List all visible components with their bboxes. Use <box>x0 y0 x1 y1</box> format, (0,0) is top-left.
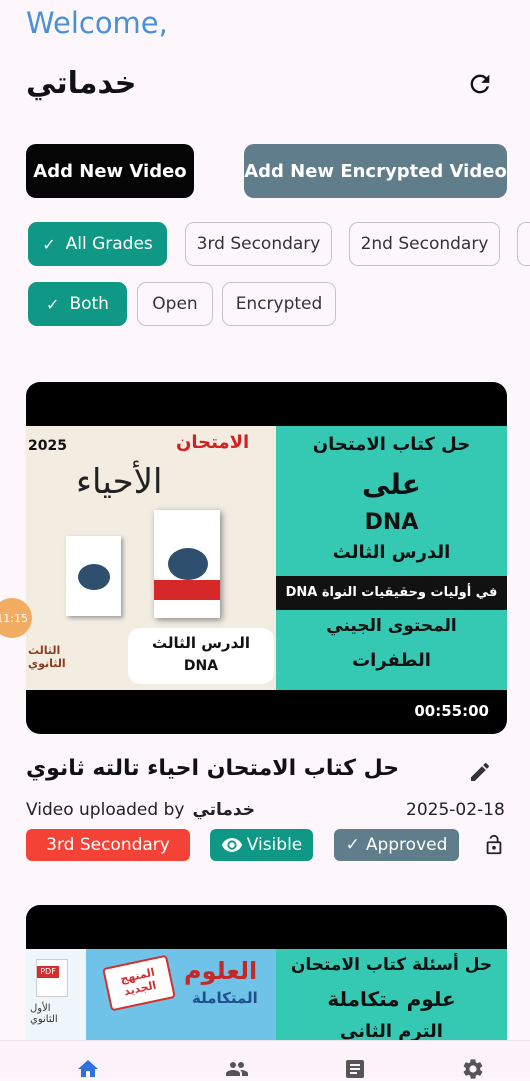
chip-label: Open <box>152 294 198 314</box>
thumbnail-line: علوم متكاملة <box>327 987 456 1011</box>
grade-badge: 3rd Secondary <box>26 829 190 861</box>
thumbnail-line: الدرس الثالث <box>332 542 451 563</box>
username-heading: خدماتي <box>26 66 137 101</box>
video-thumbnail[interactable]: 2025 الامتحان الأحياء الدرس الثالث DNA ا… <box>26 426 507 690</box>
lesson-box: الدرس الثالث DNA <box>128 628 274 684</box>
chip-label: Both <box>69 294 109 314</box>
thumbnail-line: على <box>362 468 421 501</box>
thumbnail-line: حل أسئلة كتاب الامتحان <box>290 955 493 975</box>
uploaded-by-row: Video uploaded by خدماتي <box>26 800 255 820</box>
upload-date: 2025-02-18 <box>406 800 505 820</box>
book-image <box>154 510 220 618</box>
edit-icon[interactable] <box>468 760 492 784</box>
status-badge: ✓ Approved <box>334 829 459 861</box>
chip-open[interactable]: Open <box>137 282 213 326</box>
thumbnail-subtitle: المتكاملة <box>192 989 258 1007</box>
grade-tag: الثالث الثانوي <box>28 644 66 670</box>
welcome-text: Welcome, <box>26 6 168 40</box>
add-new-encrypted-video-button[interactable]: Add New Encrypted Video <box>244 144 507 198</box>
grade-tag: الأول الثانوي <box>30 1003 58 1025</box>
chip-label: Encrypted <box>235 294 323 314</box>
chip-3rd-secondary[interactable]: 3rd Secondary <box>185 222 332 266</box>
lock-open-icon[interactable] <box>483 832 505 858</box>
chip-label: 2nd Secondary <box>360 234 489 254</box>
home-icon[interactable] <box>73 1057 103 1081</box>
chip-encrypted[interactable]: Encrypted <box>222 282 336 326</box>
thumbnail-year: 2025 <box>28 438 67 454</box>
people-icon[interactable] <box>222 1057 252 1081</box>
check-icon: ✓ <box>46 294 60 314</box>
thumbnail-right-panel: حل كتاب الامتحان على DNA الدرس الثالث DN… <box>276 426 507 690</box>
chip-2nd-secondary[interactable]: 2nd Secondary <box>349 222 500 266</box>
thumbnail-line: DNA <box>364 510 419 535</box>
visibility-label: Visible <box>246 835 303 855</box>
chip-overflow[interactable] <box>517 222 530 266</box>
pdf-icon: PDF <box>36 959 68 997</box>
chip-label: 3rd Secondary <box>196 234 321 254</box>
chip-all-grades[interactable]: ✓ All Grades <box>28 222 167 266</box>
thumbnail-line: المحتوى الجيني <box>326 616 457 636</box>
check-icon: ✓ <box>42 234 56 254</box>
book-image <box>66 536 121 616</box>
video-card[interactable]: 2025 الامتحان الأحياء الدرس الثالث DNA ا… <box>26 382 507 734</box>
settings-icon[interactable] <box>458 1057 488 1081</box>
video-title: حل كتاب الامتحان احياء تالته ثانوي <box>26 756 400 781</box>
thumbnail-subject: الأحياء <box>76 462 163 502</box>
thumbnail-brand: الامتحان <box>176 432 250 453</box>
visibility-badge[interactable]: Visible <box>210 829 313 861</box>
thumbnail-line: حل كتاب الامتحان <box>312 434 471 455</box>
bottom-navigation <box>0 1040 530 1079</box>
thumbnail-line: الترم الثاني <box>340 1021 443 1042</box>
thumbnail-line: DNA في أوليات وحقيقيات النواة <box>276 576 507 610</box>
lesson-box-topic: DNA <box>183 658 219 674</box>
chip-label: All Grades <box>65 234 153 254</box>
uploaded-by-label: Video uploaded by <box>26 800 185 820</box>
thumbnail-line: الطفرات <box>352 650 431 671</box>
grade-badge-label: 3rd Secondary <box>46 835 170 855</box>
list-icon[interactable] <box>340 1057 370 1081</box>
uploader-name: خدماتي <box>192 800 256 820</box>
status-label: Approved <box>365 835 448 855</box>
check-icon: ✓ <box>345 835 360 855</box>
thumbnail-left-panel: 2025 الامتحان الأحياء الدرس الثالث DNA ا… <box>26 426 276 690</box>
thumbnail-subject: العلوم <box>184 957 258 985</box>
chip-both[interactable]: ✓ Both <box>28 282 127 326</box>
eye-icon <box>221 838 242 852</box>
video-duration: 00:55:00 <box>414 702 489 720</box>
add-new-video-button[interactable]: Add New Video <box>26 144 194 198</box>
lesson-box-title: الدرس الثالث <box>151 634 251 652</box>
refresh-icon[interactable] <box>466 70 494 98</box>
